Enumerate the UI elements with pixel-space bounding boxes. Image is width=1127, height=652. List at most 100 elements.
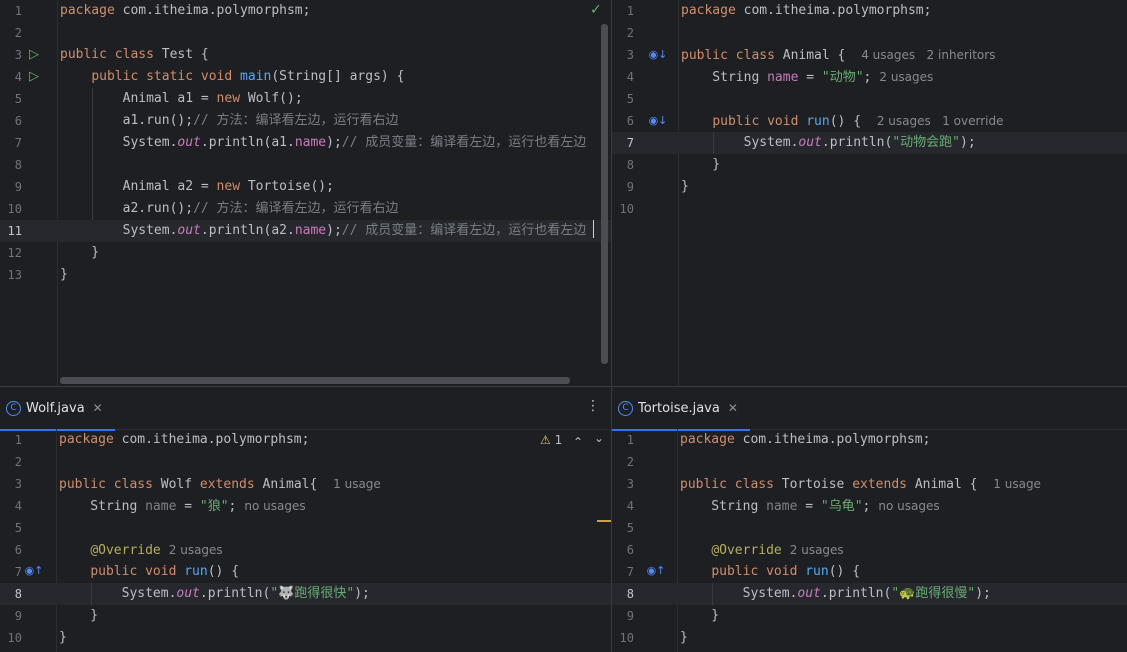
code-token: ;	[862, 499, 871, 514]
code-line[interactable]: 8 }	[612, 154, 1127, 176]
code-token: package	[60, 3, 123, 18]
code-line[interactable]: 11 System.out.println(a2.name);// 成员变量：编…	[0, 220, 611, 242]
code-token: .println(a2.	[200, 223, 295, 238]
close-icon[interactable]: ✕	[93, 401, 103, 415]
overriding-method-icon[interactable]: ◉↑	[24, 563, 44, 579]
code-line[interactable]: 5	[612, 88, 1127, 110]
code-token: name	[766, 499, 798, 514]
code-line[interactable]: 3 public class Wolf extends Animal{ 1 usa…	[0, 473, 611, 495]
previous-highlight-icon[interactable]: ⌃	[573, 435, 583, 449]
code-line[interactable]: 5	[0, 517, 611, 539]
check-icon: ✓	[590, 2, 602, 18]
code-line[interactable]: 4 public static void main(String[] args)…	[0, 66, 611, 88]
code-line[interactable]: 1 package com.itheima.polymorphsm;	[0, 0, 611, 22]
line-number: 6	[14, 543, 22, 557]
next-highlight-icon[interactable]: ⌄	[594, 431, 604, 445]
code-line[interactable]: 4 String name = "乌龟"; no usages	[612, 495, 1127, 517]
code-line[interactable]: 3 public class Animal { 4 usages 2 inheri…	[612, 44, 1127, 66]
code-token: }	[680, 630, 688, 645]
inlay-hint[interactable]: 1 usage	[333, 477, 381, 491]
code-line[interactable]: 7 System.out.println("动物会跑");	[612, 132, 1127, 154]
code-text: String name = "动物"; 2 usages	[681, 66, 933, 89]
code-line[interactable]: 10	[612, 198, 1127, 220]
inlay-hint[interactable]: 2 usages	[790, 543, 844, 557]
line-number: 3	[14, 477, 22, 491]
overriding-method-icon[interactable]: ◉↑	[646, 563, 666, 579]
run-icon[interactable]: ▷	[26, 69, 42, 85]
editor-pane-wolf[interactable]: C Wolf.java ✕ ⋮ 1 package com.itheima.polym…	[0, 387, 611, 652]
line-number: 7	[626, 565, 634, 579]
line-number: 5	[14, 92, 22, 106]
horizontal-scrollbar[interactable]	[60, 377, 570, 384]
code-line[interactable]: 7 public void run() {	[0, 561, 611, 583]
inlay-hint[interactable]: 1 usage	[993, 477, 1041, 491]
code-line[interactable]: 13}	[0, 264, 611, 286]
code-token: com.itheima.polymorphsm;	[742, 432, 931, 447]
code-line[interactable]: 7 public void run() {	[612, 561, 1127, 583]
code-text: public static void main(String[] args) {	[60, 66, 404, 88]
line-number: 9	[626, 609, 634, 623]
inlay-hint[interactable]: 2 usages	[169, 543, 223, 557]
overridden-method-icon[interactable]: ◉↓	[648, 113, 668, 129]
code-line[interactable]: 9}	[612, 176, 1127, 198]
code-line[interactable]: 5	[612, 517, 1127, 539]
code-line[interactable]: 8 System.out.println("🐢跑得很慢");	[612, 583, 1127, 605]
code-line[interactable]: 9 }	[0, 605, 611, 627]
tab-wolf-java[interactable]: C Wolf.java ✕	[0, 387, 115, 431]
code-line[interactable]: 4 String name = "动物"; 2 usages	[612, 66, 1127, 88]
code-token: out	[177, 223, 201, 238]
code-line[interactable]: 1 package com.itheima.polymorphsm;	[0, 429, 611, 451]
code-line[interactable]: 6 @Override 2 usages	[0, 539, 611, 561]
code-line[interactable]: 3 public class Test {	[0, 44, 611, 66]
code-token: public class	[60, 47, 162, 62]
line-number: 3	[14, 48, 22, 62]
code-token: );	[975, 586, 991, 601]
code-line[interactable]: 4 String name = "狼"; no usages	[0, 495, 611, 517]
code-line[interactable]: 2	[0, 22, 611, 44]
overridden-method-icon[interactable]: ◉↓	[648, 47, 668, 63]
code-token: name	[145, 499, 177, 514]
close-icon[interactable]: ✕	[728, 401, 738, 415]
code-line[interactable]: 2	[612, 22, 1127, 44]
warning-stripe-marker[interactable]	[597, 520, 611, 522]
code-line[interactable]: 3 public class Tortoise extends Animal { …	[612, 473, 1127, 495]
inlay-hint[interactable]: no usages	[878, 499, 939, 513]
line-number: 7	[14, 136, 22, 150]
code-token: Wolf();	[247, 91, 303, 106]
line-number: 4	[14, 499, 22, 513]
code-line[interactable]: 6 @Override 2 usages	[612, 539, 1127, 561]
editor-pane-test[interactable]: 1 package com.itheima.polymorphsm; 2 3 publi…	[0, 0, 611, 386]
code-token: "🐺跑得很快"	[270, 586, 355, 601]
code-text: }	[60, 242, 99, 264]
code-token: out	[176, 586, 200, 601]
inlay-hint[interactable]: no usages	[244, 499, 305, 513]
code-line[interactable]: 1 package com.itheima.polymorphsm;	[612, 429, 1127, 451]
code-line[interactable]: 12 }	[0, 242, 611, 264]
code-line[interactable]: 6 public void run() { 2 usages 1 overrid…	[612, 110, 1127, 132]
code-token: @Override	[90, 543, 161, 558]
vertical-scrollbar[interactable]	[601, 24, 608, 364]
code-token: Animal {	[782, 48, 854, 63]
code-text: System.out.println("动物会跑");	[681, 132, 976, 154]
warning-indicator[interactable]: ⚠ 1	[540, 433, 562, 447]
code-line[interactable]: 2	[0, 451, 611, 473]
code-token: Tortoise();	[247, 179, 334, 194]
code-line[interactable]: 1 package com.itheima.polymorphsm;	[612, 0, 1127, 22]
tab-tortoise-java[interactable]: C Tortoise.java ✕	[612, 387, 750, 431]
code-line[interactable]: 10}	[0, 627, 611, 649]
inlay-hint[interactable]: 4 usages 2 inheritors	[861, 48, 995, 62]
editor-pane-tortoise[interactable]: C Tortoise.java ✕ 1 package com.itheima.pol…	[612, 387, 1127, 652]
code-line[interactable]: 10}	[612, 627, 1127, 649]
more-options-icon[interactable]: ⋮	[586, 398, 600, 414]
inlay-hint[interactable]: 2 usages 1 override	[877, 114, 1004, 128]
line-number: 6	[626, 114, 634, 128]
line-number: 7	[14, 565, 22, 579]
line-number: 5	[626, 521, 634, 535]
editor-pane-animal[interactable]: 1 package com.itheima.polymorphsm; 2 3 publi…	[612, 0, 1127, 386]
code-line[interactable]: 2	[612, 451, 1127, 473]
code-line[interactable]: 9 }	[612, 605, 1127, 627]
inlay-hint[interactable]: 2 usages	[879, 70, 933, 84]
line-number: 2	[626, 455, 634, 469]
run-icon[interactable]: ▷	[26, 47, 42, 63]
